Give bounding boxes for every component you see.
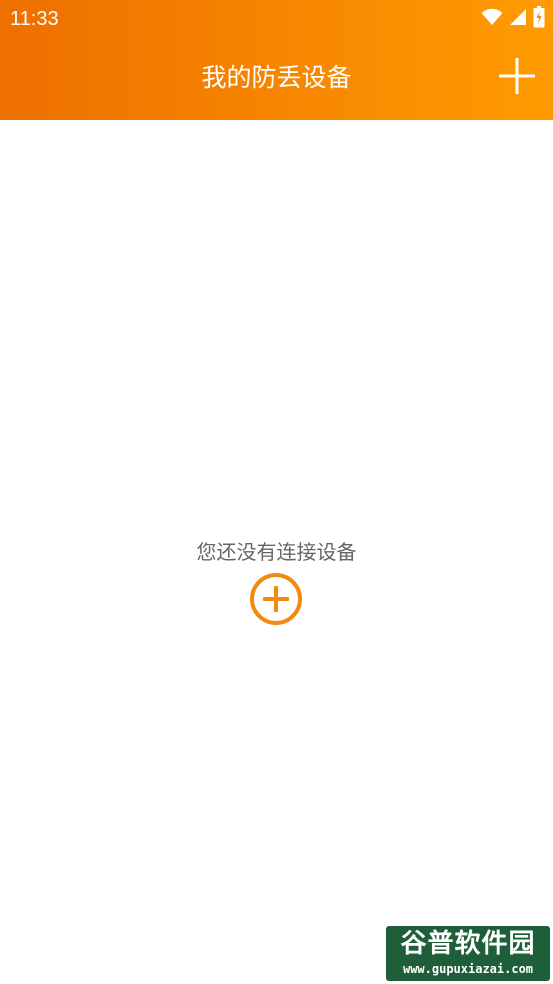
page-title: 我的防丢设备 [201,63,352,92]
add-device-button[interactable] [499,58,535,98]
status-bar: 11:33 [0,0,553,38]
status-time: 11:33 [10,8,59,30]
watermark-title: 谷普软件园 [400,929,536,959]
add-circle-icon [249,573,303,630]
battery-charging-icon [533,6,545,32]
plus-icon [499,58,535,98]
watermark-url: www.gupuxiazai.com [402,962,534,976]
wifi-icon [481,8,503,30]
watermark-logo: 谷普软件园 www.gupuxiazai.com [386,926,550,981]
empty-state-message: 您还没有连接设备 [196,540,357,564]
cell-signal-icon [509,8,527,30]
add-circle-button[interactable] [249,572,303,626]
status-icons [481,6,545,32]
app-bar: 11:33 我的防丢设备 [0,0,553,120]
